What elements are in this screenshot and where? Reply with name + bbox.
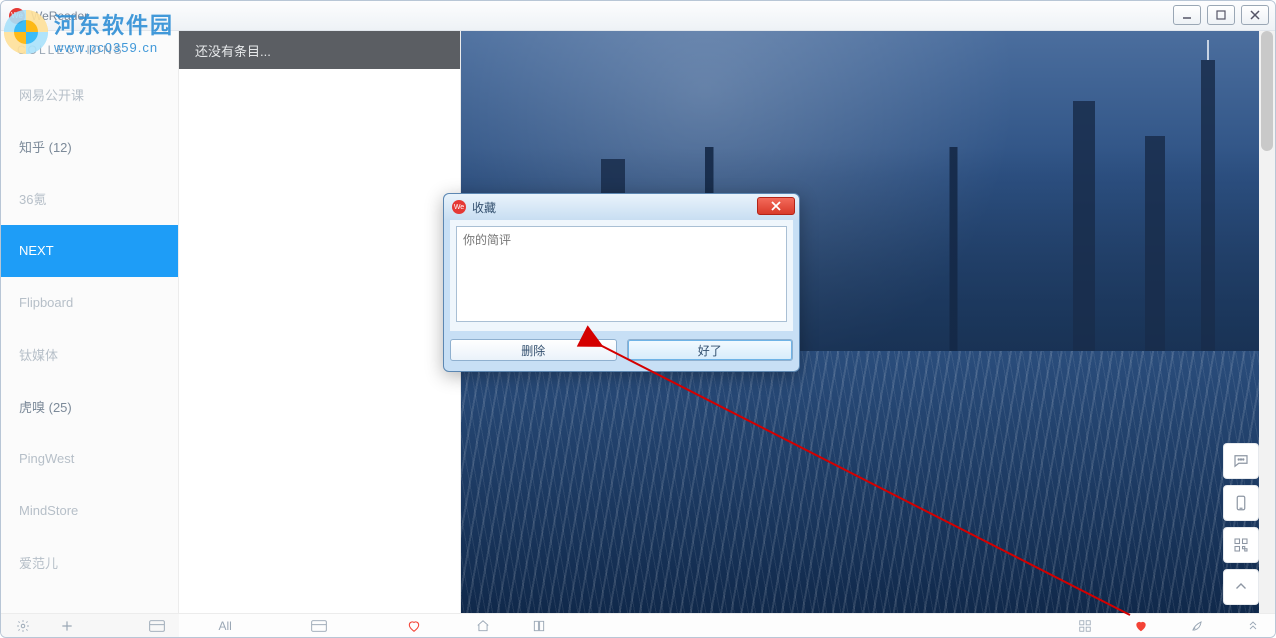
sidebar-item[interactable]: 爱范儿 xyxy=(1,537,178,589)
sidebar-item[interactable]: NEXT xyxy=(1,225,178,277)
card-view-icon[interactable] xyxy=(149,618,165,634)
sidebar-item[interactable]: 钛媒体 xyxy=(1,329,178,381)
bottombar: All xyxy=(1,613,1275,637)
sidebar-item[interactable]: MindStore xyxy=(1,485,178,537)
dialog-close-button[interactable] xyxy=(757,197,795,215)
dialog-title: 收藏 xyxy=(472,199,496,216)
list-header: 还没有条目... xyxy=(179,31,460,69)
collapse-icon[interactable] xyxy=(1245,618,1261,634)
app-title: WeReader xyxy=(31,9,88,23)
sidebar-item[interactable]: 知乎 (12) xyxy=(1,121,178,173)
close-button[interactable] xyxy=(1241,5,1269,25)
sidebar-header: Collections xyxy=(1,31,178,69)
sidebar-item[interactable]: 网易公开课 xyxy=(1,69,178,121)
add-icon[interactable] xyxy=(59,618,75,634)
minimize-button[interactable] xyxy=(1173,5,1201,25)
delete-button[interactable]: 删除 xyxy=(450,339,617,361)
qrcode-button[interactable] xyxy=(1223,527,1259,563)
grid-icon[interactable] xyxy=(1077,618,1093,634)
home-icon[interactable] xyxy=(475,618,491,634)
filter-all-label[interactable]: All xyxy=(218,619,231,633)
favorite-icon[interactable] xyxy=(406,618,422,634)
dialog-app-icon: We xyxy=(452,200,466,214)
titlebar: We WeReader xyxy=(1,1,1275,31)
read-icon[interactable] xyxy=(531,618,547,634)
scrollbar[interactable] xyxy=(1259,31,1275,613)
sidebar-item[interactable]: PingWest xyxy=(1,433,178,485)
card-view-icon-2[interactable] xyxy=(311,618,327,634)
sidebar: Collections 网易公开课知乎 (12)36氪NEXTFlipboard… xyxy=(1,31,179,613)
mobile-button[interactable] xyxy=(1223,485,1259,521)
comment-textarea[interactable] xyxy=(456,226,787,322)
ok-button[interactable]: 好了 xyxy=(627,339,794,361)
sidebar-item[interactable]: 36氪 xyxy=(1,173,178,225)
maximize-button[interactable] xyxy=(1207,5,1235,25)
sidebar-item[interactable]: 虎嗅 (25) xyxy=(1,381,178,433)
app-icon: We xyxy=(9,8,25,24)
scrollbar-thumb[interactable] xyxy=(1261,31,1273,151)
settings-icon[interactable] xyxy=(15,618,31,634)
comment-button[interactable] xyxy=(1223,443,1259,479)
rocket-icon[interactable] xyxy=(1189,618,1205,634)
sidebar-item[interactable]: Flipboard xyxy=(1,277,178,329)
favorite-dialog: We 收藏 删除 好了 xyxy=(443,193,800,372)
favorite-icon-main[interactable] xyxy=(1133,618,1149,634)
dialog-titlebar: We 收藏 xyxy=(444,194,799,220)
list-column: 还没有条目... xyxy=(179,31,461,613)
scroll-top-button[interactable] xyxy=(1223,569,1259,605)
